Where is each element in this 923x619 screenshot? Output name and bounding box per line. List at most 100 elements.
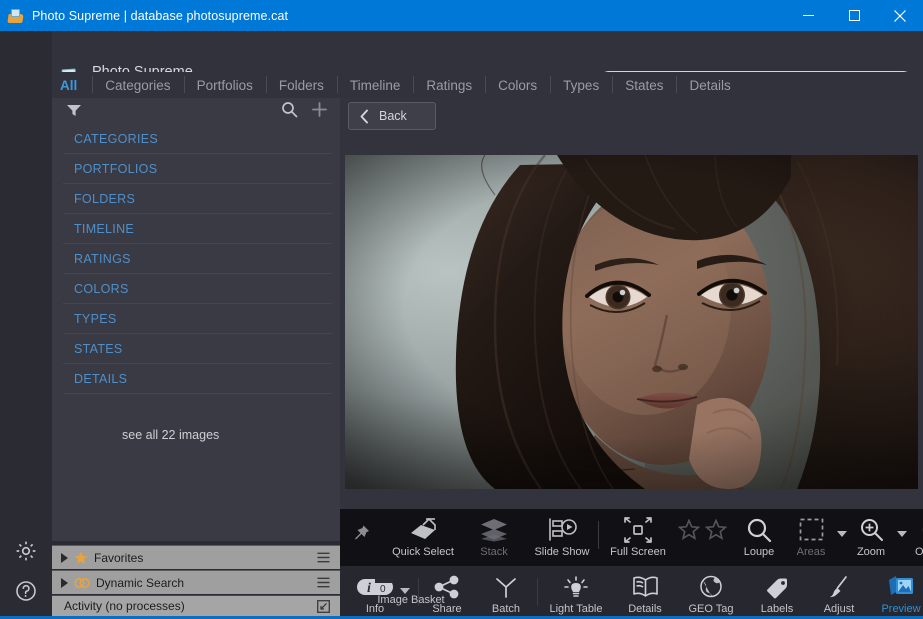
globe-icon <box>698 573 724 600</box>
info-button[interactable]: i 0 Info <box>352 566 398 615</box>
tab-timeline[interactable]: Timeline <box>337 72 414 98</box>
tab-ratings[interactable]: Ratings <box>413 72 485 98</box>
batch-button[interactable]: Batch <box>475 566 537 615</box>
plus-icon[interactable] <box>311 101 328 118</box>
tab-states[interactable]: States <box>612 72 676 98</box>
application-window: Photo Supreme | database photosupreme.ca… <box>0 0 923 619</box>
light-table-button[interactable]: Light Table <box>538 566 614 615</box>
labels-label: Labels <box>761 603 793 615</box>
chevron-right-icon[interactable] <box>61 553 68 563</box>
labels-button[interactable]: Labels <box>746 566 808 615</box>
gear-icon[interactable] <box>11 536 41 566</box>
sidebar-item-ratings[interactable]: RATINGS <box>63 244 332 274</box>
sidebar-item-categories[interactable]: CATEGORIES <box>63 124 332 154</box>
sidebar-item-timeline[interactable]: TIMELINE <box>63 214 332 244</box>
rating-star-2[interactable] <box>701 509 731 546</box>
star-icon <box>74 551 88 565</box>
svg-text:0: 0 <box>380 584 386 595</box>
maximize-icon[interactable] <box>831 0 877 31</box>
zoom-button[interactable]: Zoom <box>847 509 895 558</box>
slide-show-label: Slide Show <box>534 546 589 558</box>
full-screen-button[interactable]: Full Screen <box>599 509 677 558</box>
panel-menu-icon[interactable] <box>317 552 330 563</box>
full-screen-label: Full Screen <box>610 546 666 558</box>
funnel-icon[interactable] <box>66 103 82 118</box>
star-outline-icon <box>678 516 700 543</box>
panel-label: Favorites <box>94 551 143 565</box>
activity-bar[interactable]: Activity (no processes) <box>52 595 340 616</box>
share-button[interactable]: Share <box>419 566 475 615</box>
sidebar-item-label: RATINGS <box>74 252 131 266</box>
stack-button[interactable]: Stack <box>462 509 526 558</box>
chevron-right-icon[interactable] <box>61 578 68 588</box>
sidebar-item-label: TIMELINE <box>74 222 134 236</box>
tab-folders[interactable]: Folders <box>266 72 337 98</box>
back-button[interactable]: Back <box>348 102 436 130</box>
details-button[interactable]: Details <box>614 566 676 615</box>
loupe-button[interactable]: Loupe <box>731 509 787 558</box>
share-label: Share <box>432 603 461 615</box>
photo-viewer[interactable] <box>345 155 918 489</box>
sidebar-item-states[interactable]: STATES <box>63 334 332 364</box>
window-title: Photo Supreme | database photosupreme.ca… <box>32 9 288 23</box>
expand-icon[interactable] <box>317 600 330 613</box>
pin-icon <box>353 519 371 546</box>
sidebar-item-label: TYPES <box>74 312 117 326</box>
slide-show-button[interactable]: Slide Show <box>526 509 598 558</box>
tab-colors[interactable]: Colors <box>485 72 550 98</box>
primary-toolbar: Quick Select Stack <box>340 509 923 566</box>
panel-dynamic-search[interactable]: Dynamic Search <box>52 570 340 594</box>
sidebar-item-label: PORTFOLIOS <box>74 162 157 176</box>
main-tabs: All Categories Portfolios Folders Timeli… <box>0 72 923 98</box>
brush-icon <box>827 573 851 600</box>
minimize-icon[interactable] <box>785 0 831 31</box>
pin-button[interactable] <box>340 509 384 549</box>
adjust-button[interactable]: Adjust <box>808 566 870 615</box>
star-outline-icon <box>705 516 727 543</box>
zoom-label: Zoom <box>857 546 885 558</box>
preview-icon <box>887 573 915 600</box>
zoom-dropdown-caret[interactable] <box>897 531 907 537</box>
zoom-icon <box>859 516 884 543</box>
share-icon <box>434 573 460 600</box>
tab-all[interactable]: All <box>47 72 92 98</box>
preview-button[interactable]: Preview <box>870 566 923 615</box>
sidebar-item-label: STATES <box>74 342 123 356</box>
panel-favorites[interactable]: Favorites <box>52 545 340 569</box>
tab-details[interactable]: Details <box>676 72 743 98</box>
question-circle-icon[interactable] <box>11 576 41 606</box>
sidebar-item-details[interactable]: DETAILS <box>63 364 332 394</box>
rating-star-1[interactable] <box>677 509 701 546</box>
tab-portfolios[interactable]: Portfolios <box>184 72 266 98</box>
fullscreen-icon <box>623 516 653 543</box>
left-icon-rail <box>0 31 52 619</box>
main-content: Back <box>340 98 923 509</box>
see-all-images-link[interactable]: see all 22 images <box>122 428 219 442</box>
geo-tag-button[interactable]: GEO Tag <box>676 566 746 615</box>
sidebar-item-types[interactable]: TYPES <box>63 304 332 334</box>
areas-dropdown-caret[interactable] <box>837 531 847 537</box>
quick-select-button[interactable]: Quick Select <box>384 509 462 558</box>
options-button[interactable]: Options <box>907 509 923 558</box>
panel-menu-icon[interactable] <box>317 577 330 588</box>
sidebar-item-folders[interactable]: FOLDERS <box>63 184 332 214</box>
back-bar: Back <box>340 98 923 136</box>
activity-label: Activity (no processes) <box>64 599 185 613</box>
sidebar-item-portfolios[interactable]: PORTFOLIOS <box>63 154 332 184</box>
sidebar-item-colors[interactable]: COLORS <box>63 274 332 304</box>
close-icon[interactable] <box>877 0 923 31</box>
sidebar-item-label: CATEGORIES <box>74 132 158 146</box>
sidebar-item-label: FOLDERS <box>74 192 135 206</box>
slideshow-icon <box>547 516 577 543</box>
lightbulb-icon <box>563 573 589 600</box>
loupe-icon <box>746 516 772 543</box>
light-table-label: Light Table <box>549 603 602 615</box>
tab-categories[interactable]: Categories <box>92 72 183 98</box>
geo-tag-label: GEO Tag <box>688 603 733 615</box>
preview-label: Preview <box>881 603 920 615</box>
batch-icon <box>493 573 519 600</box>
areas-button[interactable]: Areas <box>787 509 835 558</box>
search-icon[interactable] <box>281 101 298 118</box>
tab-types[interactable]: Types <box>550 72 612 98</box>
back-button-label: Back <box>379 109 407 123</box>
